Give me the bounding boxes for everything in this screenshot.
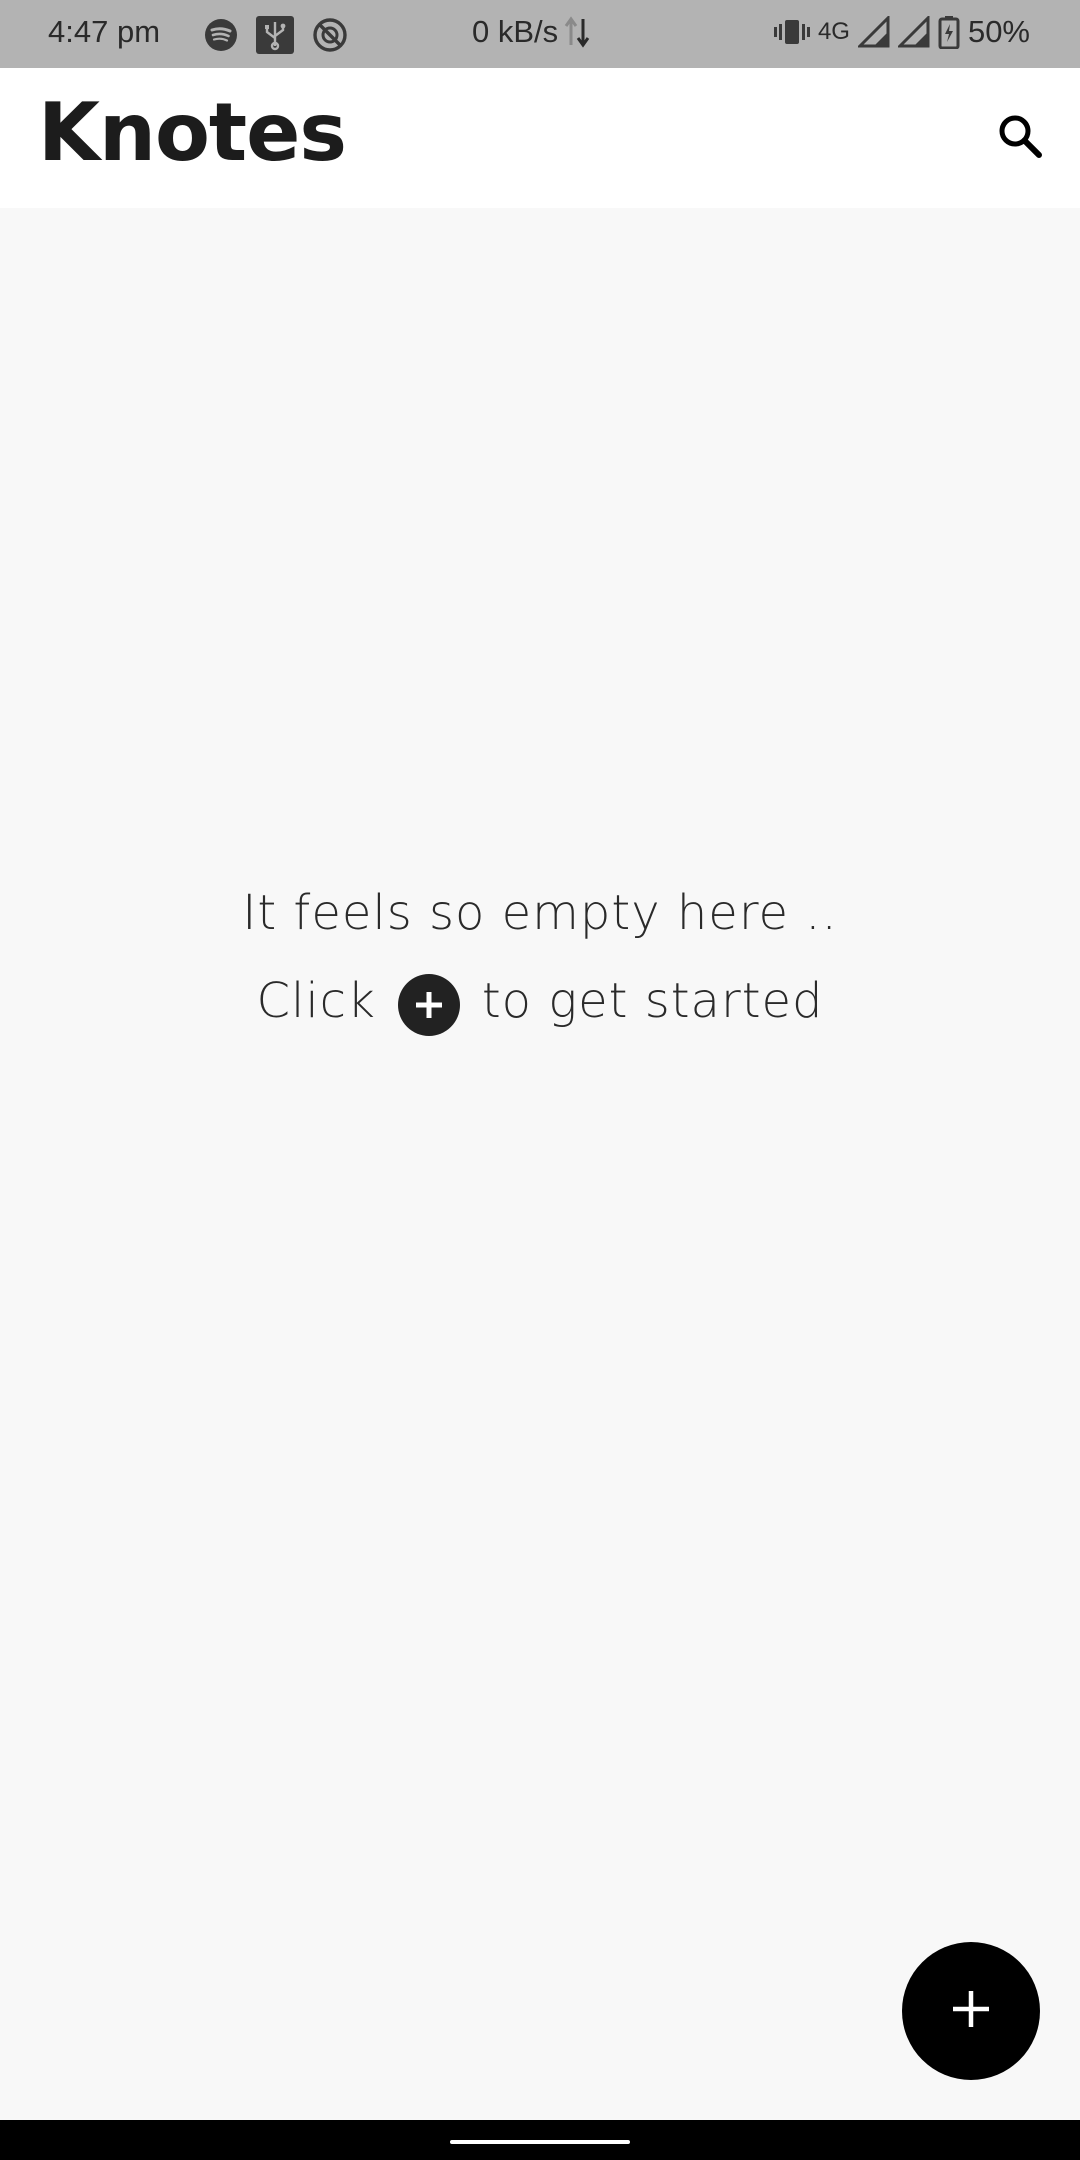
network-speed-text: 0 kB/s [472,14,559,49]
battery-level: 50% [967,14,1030,49]
empty-state-hint: Click to get started [0,956,1080,1046]
plus-icon[interactable] [951,1989,991,2033]
status-time: 4:47 pm [48,14,161,49]
usb-icon [256,16,294,54]
empty-state: It feels so empty here .. Click to get s… [0,870,1080,1046]
vpn-icon [312,17,348,53]
battery-charging-icon [938,15,960,49]
page-title: Knotes [38,86,347,179]
spotify-icon [204,18,238,52]
network-type: 4G [817,18,850,45]
system-nav-bar [0,2120,1080,2160]
empty-state-hint-prefix: Click [256,973,376,1029]
add-note-button[interactable] [902,1942,1040,2080]
signal-icon [857,16,890,48]
search-icon[interactable] [997,113,1043,163]
home-gesture-handle[interactable] [450,2140,630,2144]
status-bar: 4:47 pm 0 kB/s 4G 50% [0,0,1080,68]
empty-state-message: It feels so empty here .. [242,885,838,941]
data-arrows-icon [564,15,590,49]
status-left-icons [204,16,348,54]
search-button[interactable] [990,108,1050,168]
vibrate-icon [773,15,810,49]
status-right-icons: 4G 50% [773,14,1030,50]
empty-state-hint-suffix: to get started [481,973,824,1029]
signal-icon [897,16,930,48]
network-speed: 0 kB/s [472,14,590,50]
notes-list [0,208,1080,2120]
add-circle-icon [397,974,460,1036]
app-bar: Knotes [0,68,1080,208]
